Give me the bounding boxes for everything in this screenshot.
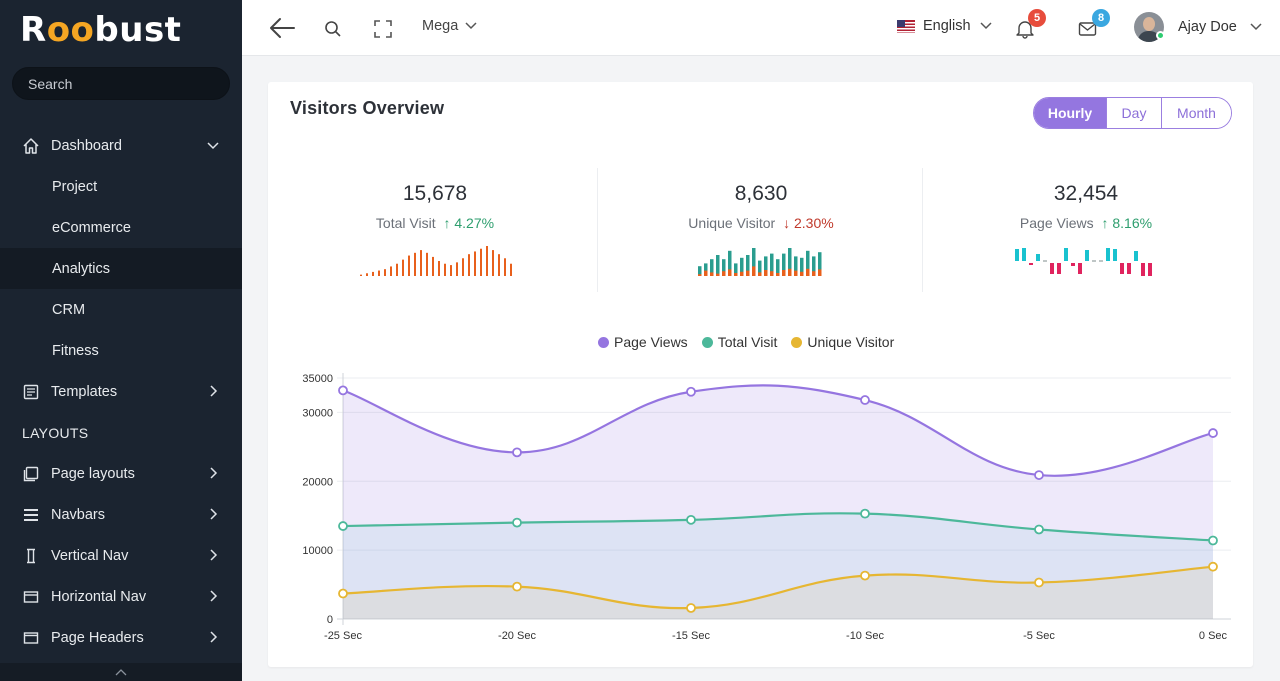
x-tick-label: -20 Sec: [498, 630, 536, 642]
sidebar-item-label: Page layouts: [51, 465, 135, 482]
menu-lines-icon: [22, 506, 40, 524]
sidebar-item-label: eCommerce: [52, 219, 131, 236]
page-layout-icon: [22, 465, 40, 483]
data-point[interactable]: [686, 514, 696, 525]
logo-prefix: R: [20, 10, 47, 50]
sidebar-item-navbars[interactable]: Navbars: [0, 494, 242, 535]
topbar: Mega English 5 8 Ajay Doe: [242, 0, 1280, 56]
sidebar-item-label: Dashboard: [51, 137, 122, 154]
data-point[interactable]: [1208, 535, 1218, 546]
data-point[interactable]: [512, 581, 522, 592]
chevron-right-icon: [210, 590, 218, 602]
sidebar-item-ecommerce[interactable]: eCommerce: [0, 207, 242, 248]
sidebar-scroll-indicator[interactable]: [0, 663, 242, 681]
y-tick-label: 35000: [302, 373, 333, 385]
data-point[interactable]: [860, 395, 870, 405]
sidebar-item-label: Vertical Nav: [51, 547, 129, 564]
mega-label: Mega: [422, 18, 459, 34]
sidebar-item-horizontal-nav[interactable]: Horizontal Nav: [0, 576, 242, 617]
chevron-down-icon: [980, 22, 992, 30]
online-status-dot: [1156, 31, 1165, 40]
search-input[interactable]: [28, 75, 214, 92]
data-point[interactable]: [860, 570, 870, 581]
sidebar-item-crm[interactable]: CRM: [0, 289, 242, 330]
logo-suffix: bust: [94, 10, 182, 50]
x-tick-label: 0 Sec: [1199, 630, 1228, 642]
chevron-right-icon: [210, 549, 218, 561]
chevron-up-icon: [115, 669, 127, 676]
sidebar-item-label: Analytics: [52, 260, 111, 277]
sidebar-item-page-headers[interactable]: Page Headers: [0, 617, 242, 658]
mega-menu-toggle[interactable]: Mega: [422, 18, 478, 34]
data-point[interactable]: [1034, 577, 1044, 588]
x-tick-label: -5 Sec: [1023, 630, 1055, 642]
data-point[interactable]: [1208, 561, 1218, 572]
data-point[interactable]: [1034, 524, 1044, 535]
notifications-badge: 5: [1028, 9, 1046, 27]
sidebar-item-dashboard[interactable]: Dashboard: [0, 125, 242, 166]
y-tick-label: 0: [327, 614, 333, 626]
data-point[interactable]: [338, 521, 348, 531]
sidebar-item-page-layouts[interactable]: Page layouts: [0, 453, 242, 494]
chevron-right-icon: [210, 508, 218, 520]
search-icon[interactable]: [324, 20, 342, 38]
sidebar-item-label: LAYOUTS: [22, 424, 89, 441]
sidebar-item-templates[interactable]: Templates: [0, 371, 242, 412]
visitors-overview-card: Visitors Overview Hourly Day Month 15,67…: [268, 82, 1253, 667]
us-flag-icon: [897, 19, 915, 33]
logo-oo: oo: [46, 10, 95, 50]
chevron-down-icon: [207, 142, 219, 150]
horizontal-nav-icon: [22, 588, 40, 606]
data-point[interactable]: [1034, 470, 1044, 480]
sidebar-item-label: Navbars: [51, 506, 105, 523]
x-tick-label: -25 Sec: [324, 630, 362, 642]
app-logo[interactable]: Roobust: [0, 0, 242, 56]
sidebar-item-label: Fitness: [52, 342, 99, 359]
sidebar-item-label: Horizontal Nav: [51, 588, 147, 605]
sidebar-heading-layouts: LAYOUTS: [0, 412, 242, 453]
data-point[interactable]: [338, 588, 348, 599]
sidebar-search: [12, 67, 230, 100]
template-icon: [22, 383, 40, 401]
data-point[interactable]: [512, 447, 522, 458]
fullscreen-icon[interactable]: [374, 20, 392, 38]
user-name: Ajay Doe: [1178, 19, 1237, 35]
sidebar-item-vertical-nav[interactable]: Vertical Nav: [0, 535, 242, 576]
y-tick-label: 30000: [302, 407, 333, 419]
back-arrow-icon[interactable]: [268, 16, 296, 40]
visitors-area-chart: 0 10000 20000 30000 35000 -25 Sec -20 Sec -15 S…: [302, 373, 1231, 642]
data-point[interactable]: [512, 517, 522, 528]
x-tick-label: -15 Sec: [672, 630, 710, 642]
home-icon: [22, 137, 40, 155]
sidebar-item-label: Page Headers: [51, 629, 144, 646]
page-header-icon: [22, 629, 40, 647]
chevron-right-icon: [210, 631, 218, 643]
x-tick-label: -10 Sec: [846, 630, 884, 642]
y-tick-label: 10000: [302, 545, 333, 557]
messages-badge: 8: [1092, 9, 1110, 27]
user-menu[interactable]: Ajay Doe: [1134, 12, 1263, 42]
language-selector[interactable]: English: [897, 18, 993, 34]
chevron-right-icon: [210, 385, 218, 397]
data-point[interactable]: [686, 603, 696, 613]
sidebar-item-analytics[interactable]: Analytics: [0, 248, 242, 289]
sidebar: Roobust Dashboard Project eCommerce Analyti…: [0, 0, 242, 681]
sidebar-item-project[interactable]: Project: [0, 166, 242, 207]
chevron-down-icon: [1250, 23, 1262, 31]
vertical-nav-icon: [22, 547, 40, 565]
data-point[interactable]: [1208, 428, 1218, 438]
data-point[interactable]: [860, 508, 870, 519]
data-point[interactable]: [338, 385, 348, 396]
sidebar-item-fitness[interactable]: Fitness: [0, 330, 242, 371]
sidebar-item-label: Project: [52, 178, 98, 195]
data-point[interactable]: [686, 386, 696, 397]
sidebar-menu: Dashboard Project eCommerce Analytics CRM Fit…: [0, 125, 242, 658]
y-tick-label: 20000: [302, 476, 333, 488]
sidebar-item-label: CRM: [52, 301, 86, 318]
chevron-down-icon: [465, 22, 477, 30]
sidebar-item-label: Templates: [51, 383, 118, 400]
language-label: English: [923, 18, 971, 34]
chevron-right-icon: [210, 467, 218, 479]
